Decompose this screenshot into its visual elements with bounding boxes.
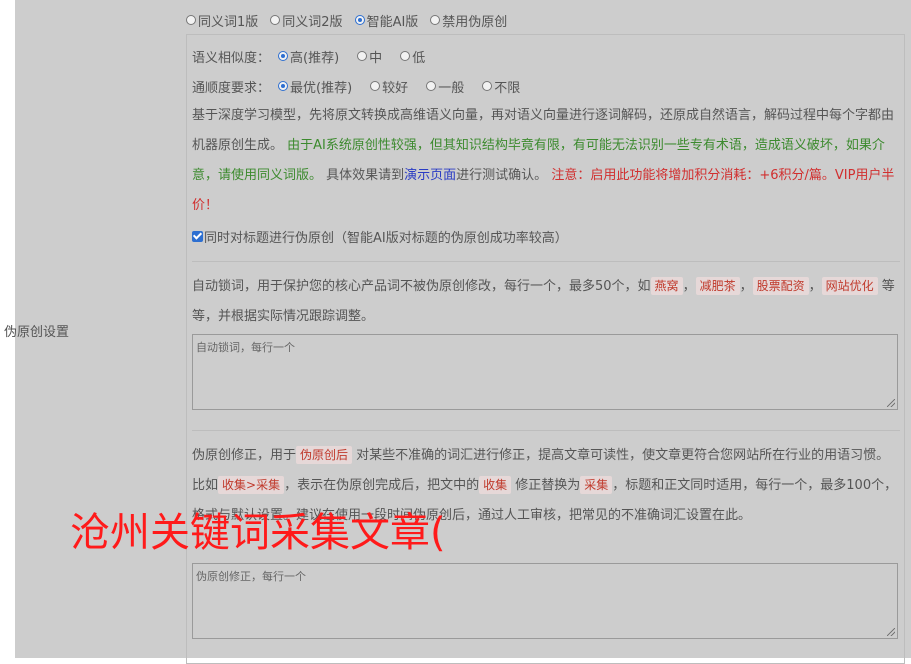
radio-icon bbox=[430, 15, 441, 25]
resize-handle-icon[interactable] bbox=[887, 399, 895, 407]
mode-radio-group: 同义词1版 同义词2版 智能AI版 禁用伪原创 bbox=[186, 10, 507, 30]
similarity-low[interactable]: 低 bbox=[400, 47, 425, 66]
fluency-label: 通顺度要求： bbox=[192, 80, 271, 96]
radio-icon bbox=[186, 15, 196, 25]
similarity-medium[interactable]: 中 bbox=[357, 47, 382, 66]
correction-placeholder: 伪原创修正，每行一个 bbox=[196, 570, 306, 583]
fluency-normal[interactable]: 一般 bbox=[426, 77, 464, 96]
radio-checked-icon bbox=[354, 15, 365, 25]
correction-textarea[interactable]: 伪原创修正，每行一个 bbox=[192, 563, 898, 639]
radio-checked-icon bbox=[278, 81, 289, 91]
fluency-good[interactable]: 较好 bbox=[370, 77, 408, 96]
radio-icon bbox=[400, 51, 411, 61]
mode-option-synonym-2[interactable]: 同义词2版 bbox=[270, 11, 343, 30]
example-tag: 收集 bbox=[479, 476, 512, 494]
radio-icon bbox=[270, 15, 281, 25]
lock-words-description: 自动锁词，用于保护您的核心产品词不被伪原创修改，每行一个，最多50个，如 燕窝，减… bbox=[192, 277, 895, 324]
mode-option-disable[interactable]: 禁用伪原创 bbox=[430, 11, 507, 30]
checkbox-checked-icon bbox=[192, 230, 203, 242]
radio-icon bbox=[482, 81, 493, 91]
title-rewrite-checkbox[interactable]: 同时对标题进行伪原创（智能AI版对标题的伪原创成功率较高） bbox=[192, 226, 568, 246]
divider bbox=[192, 261, 900, 262]
example-tag: 收集>采集 bbox=[218, 476, 285, 494]
similarity-label: 语义相似度： bbox=[192, 50, 271, 66]
example-tag: 燕窝 bbox=[650, 277, 683, 295]
radio-icon bbox=[426, 81, 437, 91]
lock-words-textarea[interactable]: 自动锁词，每行一个 bbox=[192, 334, 898, 410]
watermark-overlay: 沧州关键词采集文章( bbox=[70, 510, 446, 556]
resize-handle-icon[interactable] bbox=[887, 628, 895, 636]
radio-checked-icon bbox=[278, 51, 289, 61]
fluency-best[interactable]: 最优(推荐) bbox=[278, 77, 352, 96]
example-tag: 采集 bbox=[580, 476, 613, 494]
divider bbox=[192, 430, 900, 431]
section-label: 伪原创设置 bbox=[4, 325, 70, 340]
similarity-high[interactable]: 高(推荐) bbox=[278, 47, 339, 66]
ai-description: 基于深度学习模型，先将原文转换成高维语义向量，再对语义向量进行逐词解码，还原成自… bbox=[192, 108, 895, 213]
example-tag: 伪原创后 bbox=[296, 446, 353, 464]
example-tag: 网站优化 bbox=[821, 277, 878, 295]
radio-icon bbox=[357, 51, 368, 61]
similarity-row: 语义相似度： 高(推荐) 中 低 bbox=[192, 46, 425, 66]
radio-icon bbox=[370, 81, 381, 91]
lock-words-placeholder: 自动锁词，每行一个 bbox=[196, 341, 295, 354]
mode-option-synonym-1[interactable]: 同义词1版 bbox=[186, 11, 258, 30]
mode-option-ai[interactable]: 智能AI版 bbox=[354, 11, 418, 30]
demo-page-link[interactable]: 演示页面 bbox=[404, 168, 456, 183]
fluency-row: 通顺度要求： 最优(推荐) 较好 一般 不限 bbox=[192, 76, 520, 96]
example-tag: 减肥茶 bbox=[695, 277, 740, 295]
fluency-any[interactable]: 不限 bbox=[482, 77, 520, 96]
example-tag: 股票配资 bbox=[752, 277, 809, 295]
